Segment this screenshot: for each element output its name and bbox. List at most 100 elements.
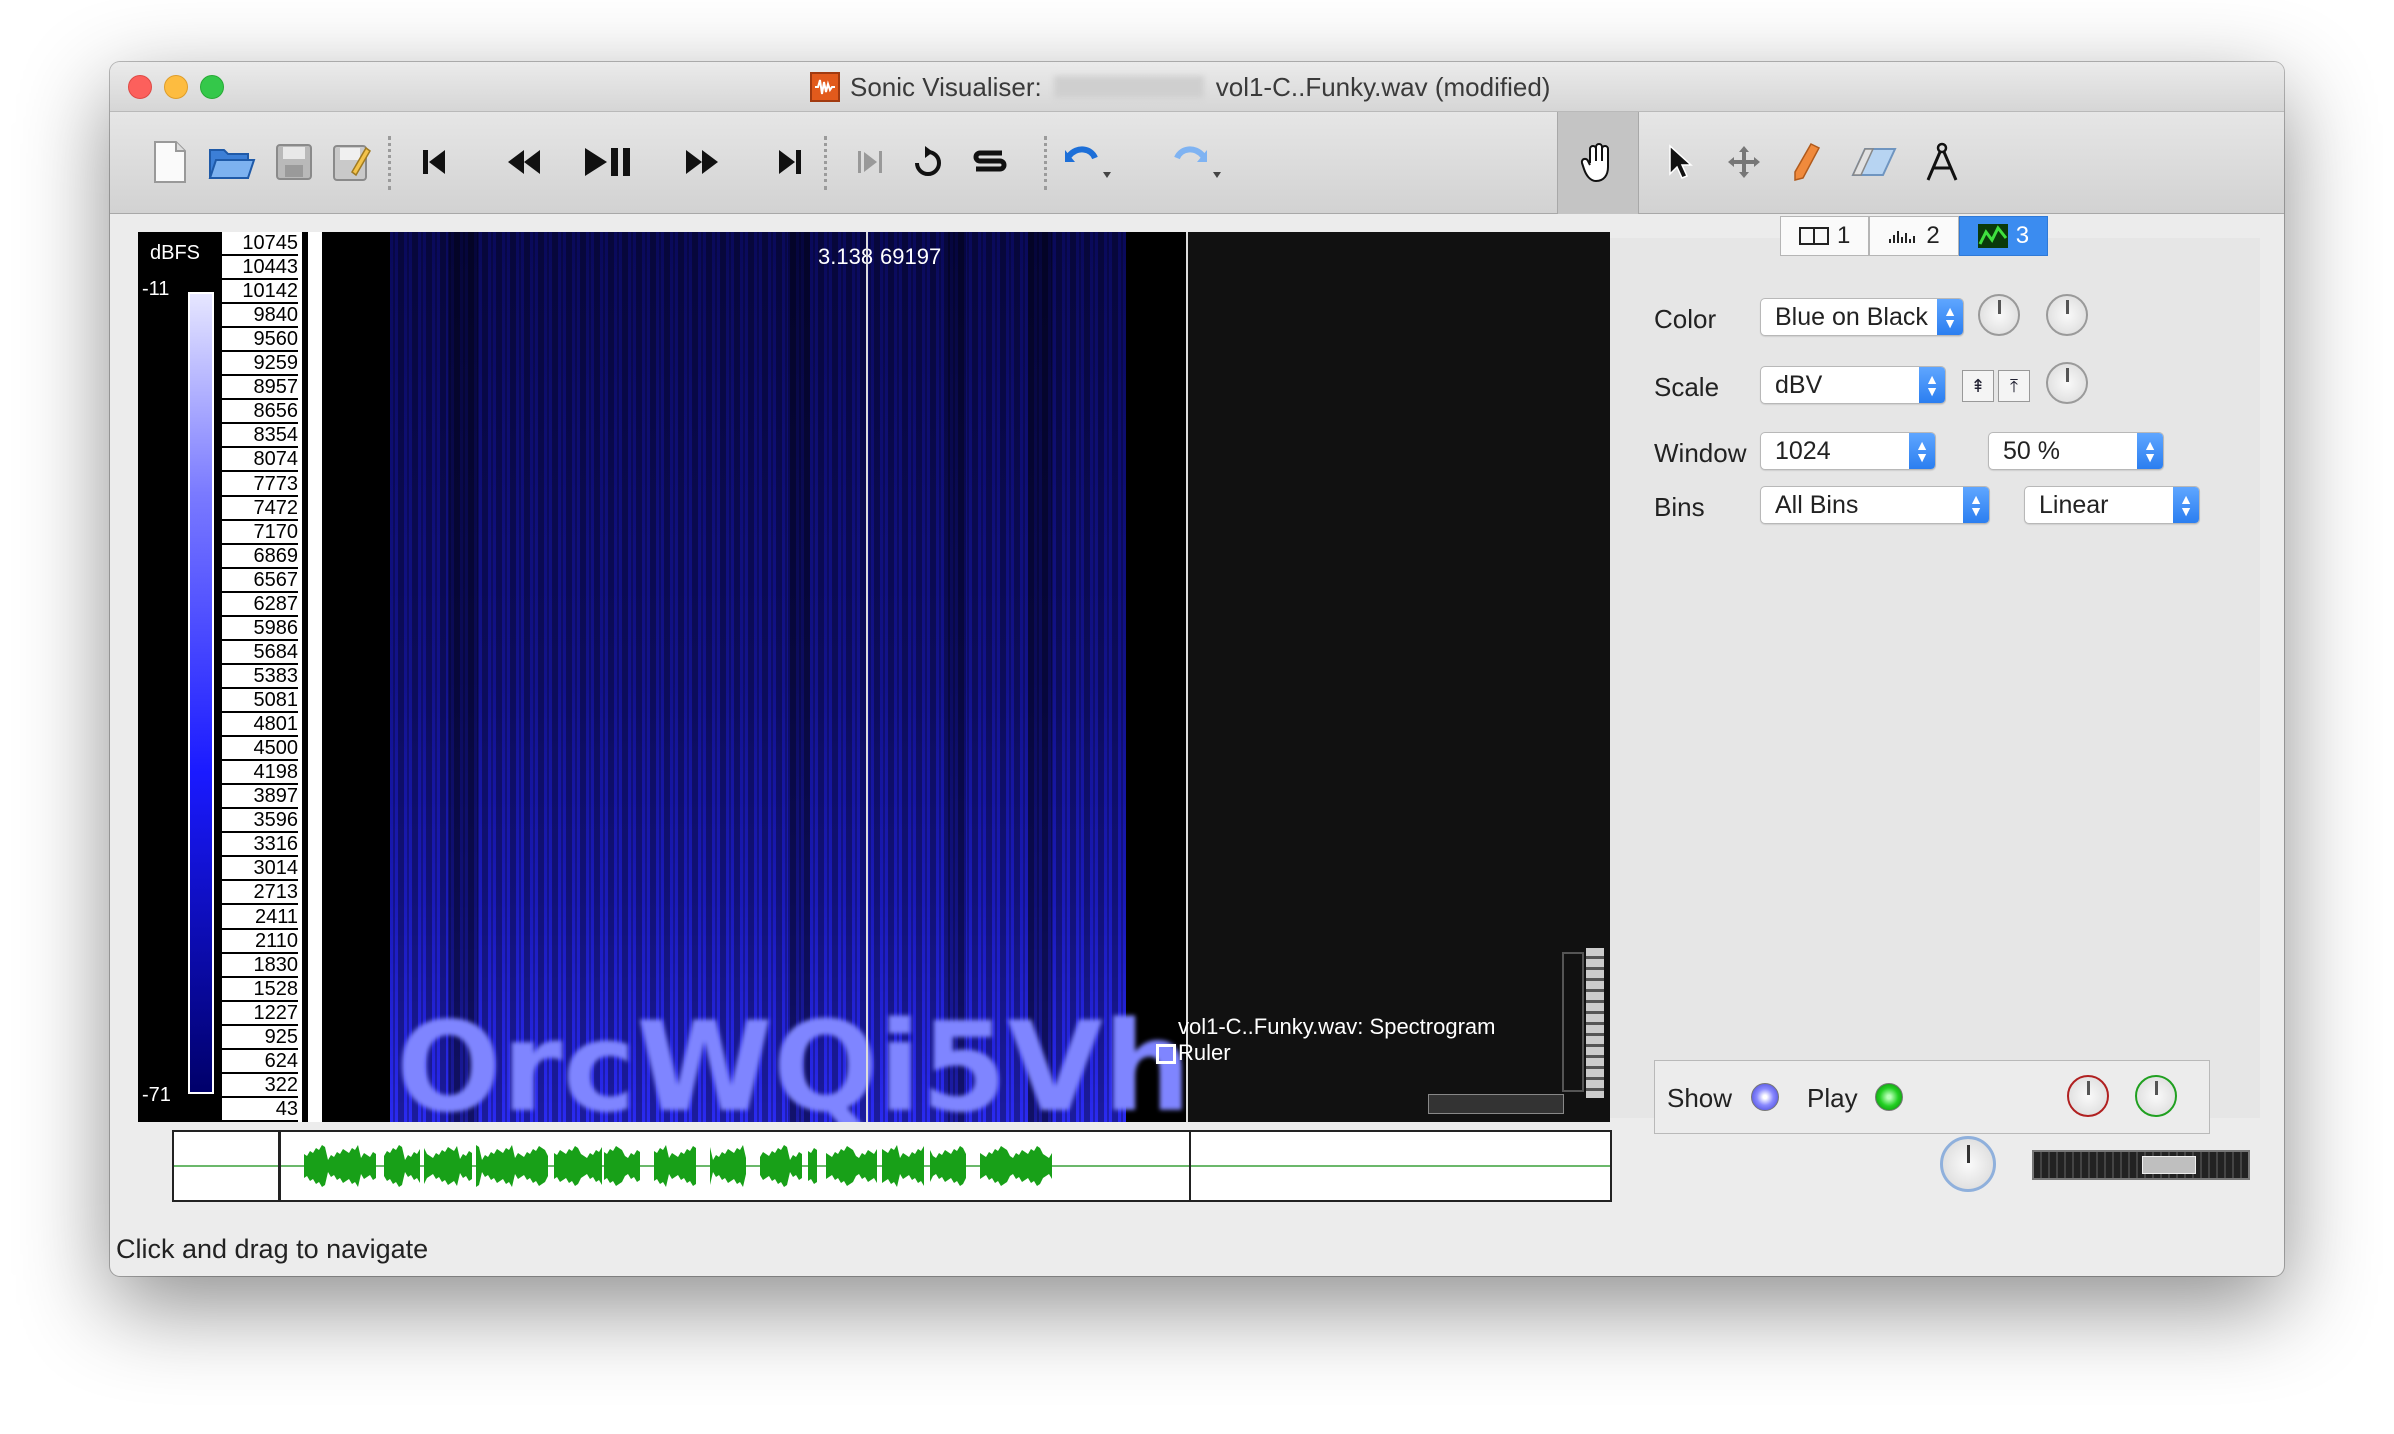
overlap-select[interactable]: 50 % ▲ ▼ xyxy=(1988,432,2164,470)
rewind-start-icon[interactable] xyxy=(406,134,462,190)
bins-value: All Bins xyxy=(1775,490,1859,519)
frequency-tick-label: 6869 xyxy=(222,545,298,569)
move-icon[interactable] xyxy=(1716,134,1772,190)
overview-waveform[interactable] xyxy=(172,1130,1612,1202)
fast-forward-icon[interactable] xyxy=(674,134,730,190)
playback-gain-knob[interactable] xyxy=(2067,1075,2109,1117)
tab-label: 1 xyxy=(1837,222,1851,249)
play-toggle[interactable] xyxy=(1875,1083,1903,1111)
frequency-tick-label: 1830 xyxy=(222,954,298,978)
erase-icon[interactable] xyxy=(1846,134,1902,190)
properties-panel: 1 2 3 Color Blue on Black ▲ ▼ Scale dBV ▲… xyxy=(1610,216,2260,1134)
toolbar-separator xyxy=(388,136,391,190)
chevron-updown-icon: ▲ ▼ xyxy=(1909,433,1935,469)
tab-pane[interactable]: 1 xyxy=(1780,216,1870,256)
horizontal-zoom-wheel[interactable] xyxy=(1428,1094,1564,1114)
save-as-icon[interactable] xyxy=(324,134,380,190)
bins-select[interactable]: All Bins ▲ ▼ xyxy=(1760,486,1990,524)
minimize-window-button[interactable] xyxy=(164,75,188,99)
master-volume-knob[interactable] xyxy=(1940,1136,1996,1192)
play-label: Play xyxy=(1807,1083,1858,1113)
normalize-columns-icon[interactable]: ⇞ xyxy=(1962,370,1994,402)
redo-icon[interactable] xyxy=(1170,134,1226,190)
frequency-tick-label: 4500 xyxy=(222,737,298,762)
frequency-tick-label: 7472 xyxy=(222,497,298,521)
threshold-knob[interactable] xyxy=(2046,294,2088,336)
frequency-tick-label: 3014 xyxy=(222,857,298,882)
tab-spectrogram[interactable]: 3 xyxy=(1958,216,2049,256)
frequency-tick-label: 3897 xyxy=(222,785,298,810)
solo-icon[interactable] xyxy=(962,134,1018,190)
status-bar: Click and drag to navigate xyxy=(116,1234,429,1264)
frequency-tick-label: 1528 xyxy=(222,978,298,1002)
layer-name: vol1-C..Funky.wav: Spectrogram xyxy=(1178,1014,1496,1039)
frequency-tick-label: 9259 xyxy=(222,352,298,377)
frequency-tick-label: 5986 xyxy=(222,617,298,641)
vertical-zoom-wheel[interactable] xyxy=(1586,948,1604,1098)
undo-icon[interactable] xyxy=(1060,134,1116,190)
title-prefix: Sonic Visualiser: xyxy=(850,71,1042,102)
frequency-tick-label: 5684 xyxy=(222,641,298,665)
dbfs-gradient-bar xyxy=(188,292,214,1094)
color-rotation-knob[interactable] xyxy=(1978,294,2020,336)
close-window-button[interactable] xyxy=(128,75,152,99)
maximize-window-button[interactable] xyxy=(200,75,224,99)
color-value: Blue on Black xyxy=(1775,302,1928,331)
frequency-tick-label: 8957 xyxy=(222,376,298,401)
playback-pan-knob[interactable] xyxy=(2135,1075,2177,1117)
chevron-updown-icon: ▲ ▼ xyxy=(1919,367,1945,403)
tab-waveform[interactable]: 2 xyxy=(1869,216,1959,256)
save-icon[interactable] xyxy=(266,134,322,190)
playhead-cursor[interactable] xyxy=(866,232,868,1122)
frequency-tick-label: 2110 xyxy=(222,930,298,954)
frequency-tick-label: 6567 xyxy=(222,569,298,593)
toolbar-separator xyxy=(824,136,827,190)
window-size-select[interactable]: 1024 ▲ ▼ xyxy=(1760,432,1936,470)
spectrogram-image: OrcWQi5VhfCo xyxy=(390,232,1188,1122)
scale-select[interactable]: dBV ▲ ▼ xyxy=(1760,366,1946,404)
frequency-tick-label: 8074 xyxy=(222,448,298,473)
measure-icon[interactable] xyxy=(1914,134,1970,190)
chevron-updown-icon: ▲ ▼ xyxy=(2137,433,2163,469)
new-file-icon[interactable] xyxy=(142,134,198,190)
spectrogram-view[interactable]: OrcWQi5VhfCo 3.138 69197 xyxy=(328,232,1188,1122)
time-readout: 3.138 xyxy=(818,244,874,269)
scale-divider xyxy=(308,232,322,1122)
fast-forward-end-icon[interactable] xyxy=(762,134,818,190)
rewind-icon[interactable] xyxy=(496,134,552,190)
frequency-tick-label: 1227 xyxy=(222,1002,298,1026)
fader-handle[interactable] xyxy=(2142,1156,2196,1174)
select-arrow-icon[interactable] xyxy=(1652,134,1708,190)
ruler-label: Ruler xyxy=(1178,1040,1231,1065)
toolbar xyxy=(110,112,2284,214)
frequency-tick-label: 925 xyxy=(222,1026,298,1050)
color-select[interactable]: Blue on Black ▲ ▼ xyxy=(1760,298,1964,336)
dbfs-label: dBFS xyxy=(150,242,201,264)
dbfs-top-value: -11 xyxy=(142,278,170,300)
gain-knob[interactable] xyxy=(2046,362,2088,404)
loop-icon[interactable] xyxy=(900,134,956,190)
normalize-visible-icon[interactable]: ⤒ xyxy=(1998,370,2030,402)
show-toggle[interactable] xyxy=(1751,1083,1779,1111)
draw-pencil-icon[interactable] xyxy=(1778,134,1834,190)
open-file-icon[interactable] xyxy=(204,134,260,190)
frequency-scale-select[interactable]: Linear ▲ ▼ xyxy=(2024,486,2200,524)
scale-value: dBV xyxy=(1775,370,1823,399)
play-selection-icon[interactable] xyxy=(842,134,898,190)
playback-speed-fader[interactable] xyxy=(2032,1150,2250,1180)
play-pause-icon[interactable] xyxy=(580,134,636,190)
frequency-tick-label: 10142 xyxy=(222,280,298,305)
layer-tabs: 1 2 3 xyxy=(1780,216,2049,256)
frequency-scale: 10745 10443 10142 9840 9560 9259 8957 8656 8354 8… xyxy=(222,232,302,1122)
frequency-tick-label: 10443 xyxy=(222,256,298,281)
vertical-zoom-scrollbar[interactable] xyxy=(1562,952,1584,1092)
frequency-tick-label: 7170 xyxy=(222,521,298,545)
frequency-tick-label: 5383 xyxy=(222,665,298,689)
empty-region xyxy=(1188,232,1610,1122)
ruler-checkbox[interactable] xyxy=(1156,1044,1176,1064)
navigate-hand-icon[interactable] xyxy=(1557,112,1639,214)
spectrogram-pane[interactable]: dBFS -11 -71 10745 10443 10142 9840 9560 9259… xyxy=(138,232,1610,1122)
frequency-tick-label: 8354 xyxy=(222,424,298,449)
chevron-updown-icon: ▲ ▼ xyxy=(1937,299,1963,335)
frequency-tick-label: 2713 xyxy=(222,881,298,906)
